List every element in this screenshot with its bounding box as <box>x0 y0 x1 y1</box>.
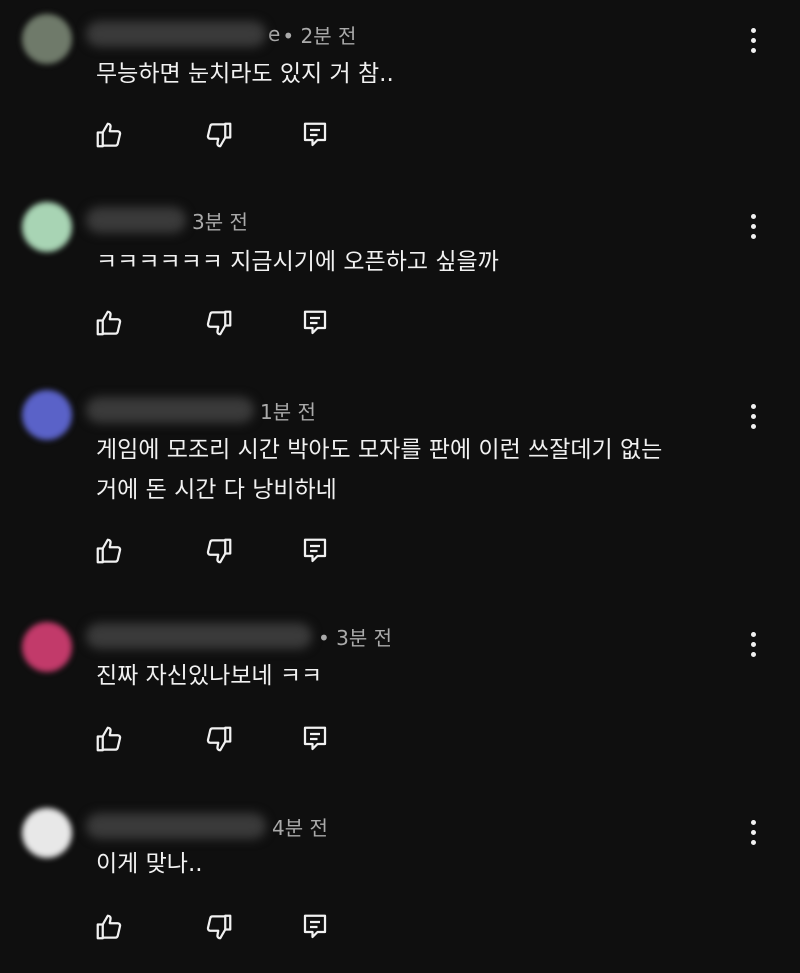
more-vert-icon[interactable] <box>740 624 766 664</box>
more-vert-icon[interactable] <box>740 812 766 852</box>
more-vert-icon[interactable] <box>740 206 766 246</box>
thumbs-down-icon[interactable] <box>204 536 234 566</box>
avatar[interactable] <box>22 14 72 64</box>
comment-timestamp: 4분 전 <box>272 815 328 840</box>
author-name-redacted[interactable] <box>86 813 266 839</box>
thumbs-up-icon[interactable] <box>94 308 124 338</box>
comment-text: 진짜 자신있나보네 ㅋㅋ <box>96 663 323 689</box>
thumbs-down-icon[interactable] <box>204 724 234 754</box>
thumbs-down-icon[interactable] <box>204 912 234 942</box>
thumbs-up-icon[interactable] <box>94 536 124 566</box>
comment-timestamp: 1분 전 <box>260 399 316 424</box>
comment-meta: • 3분 전 <box>86 620 392 652</box>
author-name-redacted[interactable] <box>86 397 254 423</box>
comment-text: 게임에 모조리 시간 박아도 모자를 판에 이런 쓰잘데기 없는거에 돈 시간 … <box>96 437 663 503</box>
comment-timestamp: 3분 전 <box>192 209 248 234</box>
author-name-redacted[interactable] <box>86 21 266 47</box>
comment-item: e • 2분 전 무능하면 눈치라도 있지 거 참.. <box>0 0 800 180</box>
comment-item: 1분 전 게임에 모조리 시간 박아도 모자를 판에 이런 쓰잘데기 없는거에 … <box>0 370 800 600</box>
reply-icon[interactable] <box>300 912 330 942</box>
reply-icon[interactable] <box>300 536 330 566</box>
avatar[interactable] <box>22 808 72 858</box>
more-vert-icon[interactable] <box>740 20 766 60</box>
comment-item: 3분 전 ㅋㅋㅋㅋㅋㅋ 지금시기에 오픈하고 싶을까 <box>0 180 800 370</box>
comment-timestamp: • 2분 전 <box>282 23 357 48</box>
comment-meta: e • 2분 전 <box>86 18 356 50</box>
comment-item: • 3분 전 진짜 자신있나보네 ㅋㅋ <box>0 600 800 790</box>
thumbs-up-icon[interactable] <box>94 724 124 754</box>
comment-timestamp: • 3분 전 <box>318 625 393 650</box>
thumbs-down-icon[interactable] <box>204 120 234 150</box>
more-vert-icon[interactable] <box>740 396 766 436</box>
author-name-fragment: e <box>268 22 281 46</box>
reply-icon[interactable] <box>300 120 330 150</box>
author-name-redacted[interactable] <box>86 623 312 649</box>
avatar[interactable] <box>22 622 72 672</box>
comment-meta: 1분 전 <box>86 394 316 426</box>
comment-text: 이게 맞나.. <box>96 851 203 877</box>
thumbs-up-icon[interactable] <box>94 912 124 942</box>
comment-text: 무능하면 눈치라도 있지 거 참.. <box>96 61 394 87</box>
comment-meta: 3분 전 <box>86 204 248 236</box>
author-name-redacted[interactable] <box>86 207 186 233</box>
thumbs-down-icon[interactable] <box>204 308 234 338</box>
comment-item: 4분 전 이게 맞나.. <box>0 790 800 973</box>
comment-meta: 4분 전 <box>86 810 328 842</box>
avatar[interactable] <box>22 202 72 252</box>
reply-icon[interactable] <box>300 724 330 754</box>
thumbs-up-icon[interactable] <box>94 120 124 150</box>
comment-text: ㅋㅋㅋㅋㅋㅋ 지금시기에 오픈하고 싶을까 <box>96 249 499 275</box>
avatar[interactable] <box>22 390 72 440</box>
reply-icon[interactable] <box>300 308 330 338</box>
